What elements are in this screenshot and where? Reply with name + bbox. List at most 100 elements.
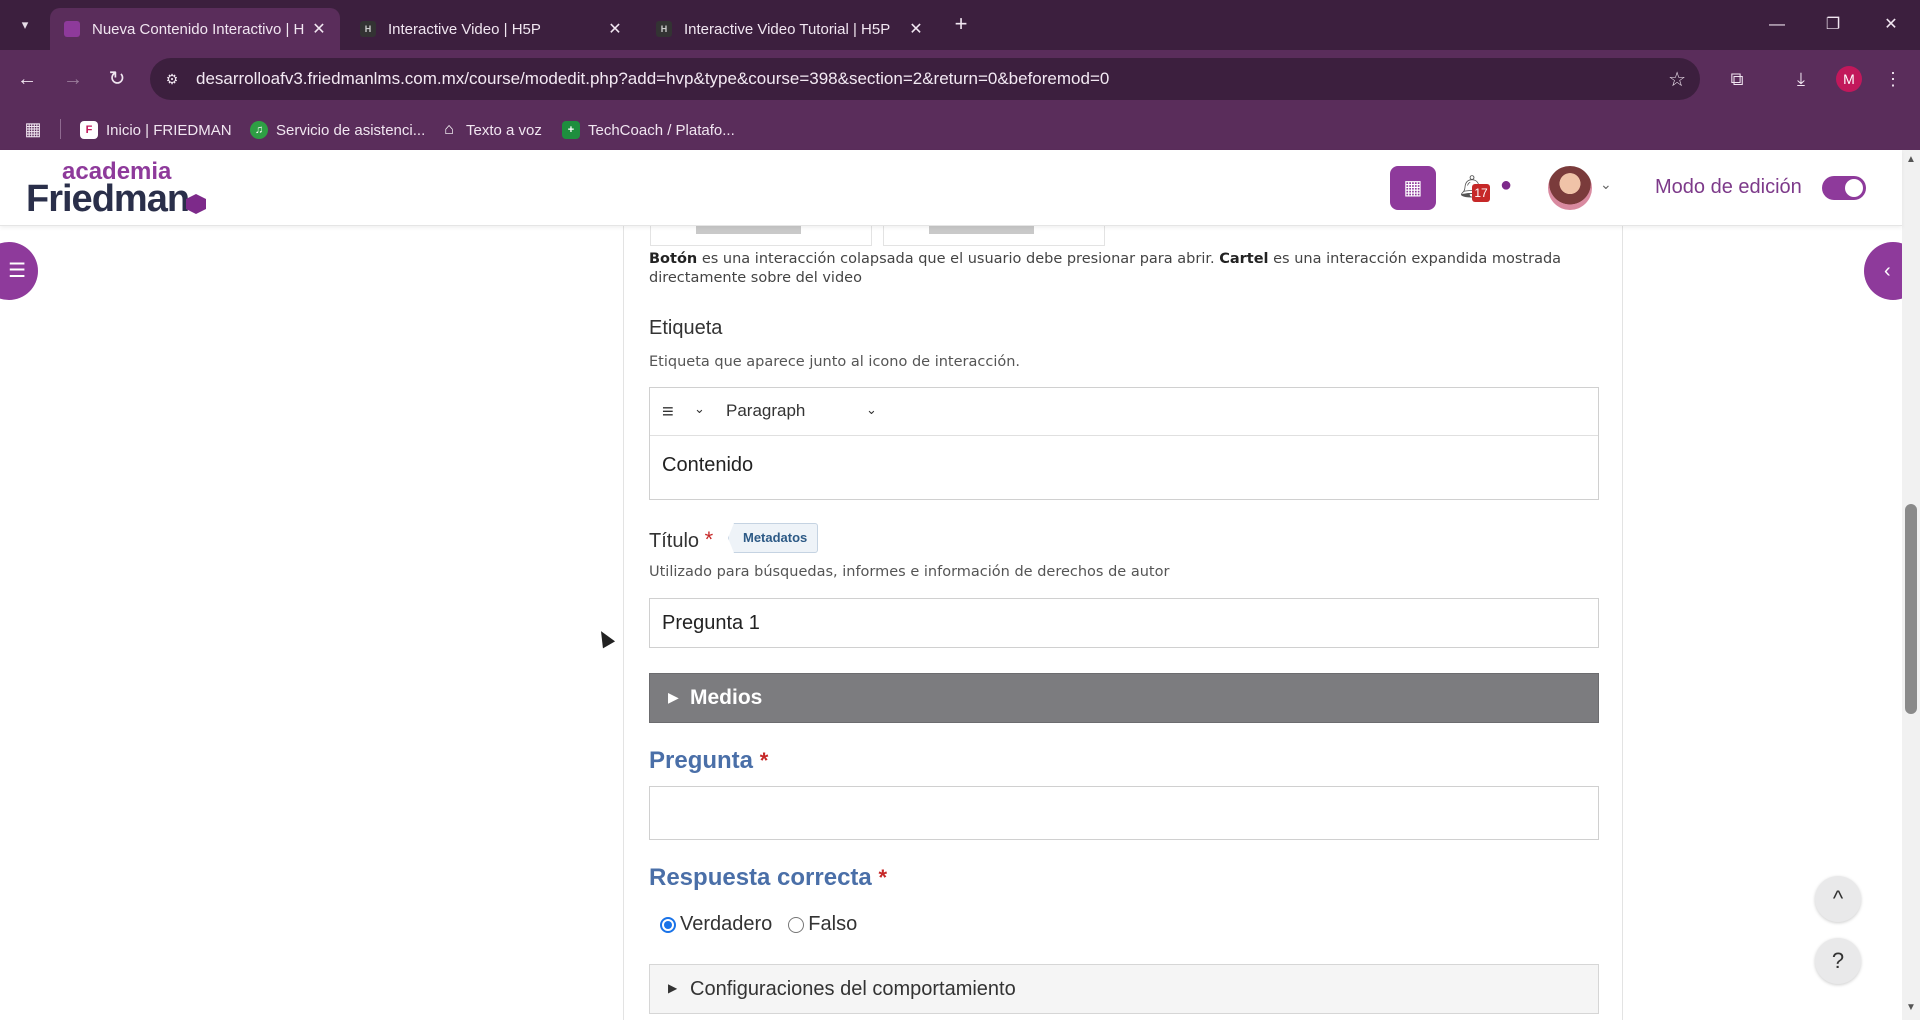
browser-menu-icon[interactable]: ⋮ xyxy=(1878,64,1908,94)
radio-false-label[interactable]: Falso xyxy=(808,913,857,936)
question-field-label: Pregunta * xyxy=(649,747,768,775)
metadata-button[interactable]: Metadatos xyxy=(728,523,819,553)
site-header: academia Friedman ▦ 🔔︎ 17 ● ⌄ Modo de ed… xyxy=(0,150,1902,226)
toggle-knob xyxy=(1845,179,1863,197)
button-type-thumbnail[interactable] xyxy=(650,226,872,246)
rich-text-editor[interactable]: ≡ ⌄ Paragraph ⌄ Contenido xyxy=(649,387,1599,500)
browser-tab[interactable]: H Interactive Video | H5P ✕ xyxy=(346,8,636,50)
correct-answer-label-text: Respuesta correcta xyxy=(649,864,872,891)
title-field-help: Utilizado para búsquedas, informes e inf… xyxy=(649,564,1170,580)
bookmark-item[interactable]: + TechCoach / Platafo... xyxy=(562,119,735,141)
browser-tab-active[interactable]: Nueva Contenido Interactivo | H ✕ xyxy=(50,8,340,50)
edit-mode-toggle[interactable] xyxy=(1822,176,1866,200)
page-scrollbar[interactable]: ▲ ▼ xyxy=(1902,150,1920,1020)
minimize-icon[interactable]: — xyxy=(1762,10,1792,40)
align-left-icon[interactable]: ≡ xyxy=(662,400,686,424)
behaviour-settings-label: Configuraciones del comportamiento xyxy=(690,978,1016,1000)
extensions-icon[interactable]: ⧉ xyxy=(1722,64,1752,94)
form-column-divider-right xyxy=(1622,226,1623,1020)
description-bold-text: Botón xyxy=(649,251,698,267)
question-input[interactable] xyxy=(649,786,1599,840)
radio-true-label[interactable]: Verdadero xyxy=(680,913,772,936)
apps-grid-icon[interactable]: ▦ xyxy=(22,118,44,140)
paragraph-format-select[interactable]: Paragraph xyxy=(726,401,805,421)
close-tab-icon[interactable]: ✕ xyxy=(905,19,927,39)
help-button[interactable]: ? xyxy=(1815,938,1861,984)
app-grid-button[interactable]: ▦ xyxy=(1390,166,1436,210)
download-icon[interactable]: ⤓ xyxy=(1786,64,1816,94)
url-text[interactable]: desarrolloafv3.friedmanlms.com.mx/course… xyxy=(196,69,1109,89)
label-field-help: Etiqueta que aparece junto al icono de i… xyxy=(649,354,1021,370)
bookmarks-bar: ▦ F Inicio | FRIEDMAN ♫ Servicio de asis… xyxy=(0,108,1920,150)
back-to-top-button[interactable]: ^ xyxy=(1815,876,1861,922)
required-asterisk: * xyxy=(704,527,714,552)
title-input[interactable]: Pregunta 1 xyxy=(649,598,1599,648)
radio-false[interactable] xyxy=(788,916,805,933)
editor-toolbar: ≡ ⌄ Paragraph ⌄ xyxy=(650,388,1598,436)
form-column-divider-left xyxy=(623,226,624,1020)
bookmark-label: Inicio | FRIEDMAN xyxy=(106,121,232,139)
required-asterisk: * xyxy=(878,865,888,890)
question-mark-icon: ? xyxy=(1831,948,1845,973)
scroll-up-arrow-icon[interactable]: ▲ xyxy=(1906,154,1916,165)
display-type-thumbnails xyxy=(650,226,1105,246)
behaviour-settings-toggle[interactable]: ▶ Configuraciones del comportamiento xyxy=(649,964,1599,1014)
address-bar[interactable]: ⚙ desarrolloafv3.friedmanlms.com.mx/cour… xyxy=(150,58,1700,100)
close-tab-icon[interactable]: ✕ xyxy=(604,19,626,39)
reload-icon[interactable]: ↻ xyxy=(102,64,132,94)
bookmark-star-icon[interactable]: ☆ xyxy=(1668,67,1686,92)
bookmark-separator xyxy=(60,119,61,139)
chevron-down-icon[interactable]: ⌄ xyxy=(1600,176,1612,193)
mouse-cursor-icon xyxy=(594,627,616,649)
tab-search-chevron-icon[interactable]: ▾ xyxy=(12,12,38,38)
restore-icon[interactable]: ❐ xyxy=(1818,10,1848,40)
thumbnail-bar xyxy=(696,226,801,234)
window-close-icon[interactable]: ✕ xyxy=(1876,10,1906,40)
browser-toolbar: ← → ↻ ⚙ desarrolloafv3.friedmanlms.com.m… xyxy=(0,50,1920,108)
caret-right-icon: ▶ xyxy=(668,981,678,995)
moodle-favicon-icon xyxy=(64,21,80,37)
user-avatar[interactable] xyxy=(1548,166,1592,210)
bookmark-item[interactable]: ⌂ Texto a voz xyxy=(440,119,542,141)
scroll-down-arrow-icon[interactable]: ▼ xyxy=(1906,1002,1916,1013)
bookmark-label: TechCoach / Platafo... xyxy=(588,121,735,139)
profile-avatar[interactable]: M xyxy=(1836,66,1862,92)
editor-content[interactable]: Contenido xyxy=(662,454,753,477)
chevron-down-icon[interactable]: ⌄ xyxy=(866,402,877,418)
tab-title: Nueva Contenido Interactivo | H xyxy=(92,20,305,38)
browser-tab-bar: ▾ Nueva Contenido Interactivo | H ✕ H In… xyxy=(0,0,1920,50)
radio-true[interactable] xyxy=(660,916,676,933)
chevron-up-icon: ^ xyxy=(1832,886,1844,911)
friedman-icon: F xyxy=(80,121,98,139)
bookmark-item[interactable]: F Inicio | FRIEDMAN xyxy=(80,119,232,141)
close-tab-icon[interactable]: ✕ xyxy=(308,19,330,39)
bookmark-label: Texto a voz xyxy=(466,121,542,139)
browser-tab[interactable]: H Interactive Video Tutorial | H5P ✕ xyxy=(642,8,937,50)
h5p-favicon-icon: H xyxy=(656,21,672,37)
poster-type-thumbnail[interactable] xyxy=(883,226,1105,246)
course-index-drawer-button[interactable]: ☰ xyxy=(0,242,38,300)
forward-arrow-icon[interactable]: → xyxy=(58,64,88,94)
headset-icon: ♫ xyxy=(250,121,268,139)
chevron-down-icon[interactable]: ⌄ xyxy=(694,401,705,417)
description-bold-text: Cartel xyxy=(1219,251,1269,267)
bookmark-item[interactable]: ♫ Servicio de asistenci... xyxy=(250,119,425,141)
logo-bottom-text[interactable]: Friedman xyxy=(26,178,190,221)
caret-right-icon: ▶ xyxy=(668,689,679,705)
page-viewport: academia Friedman ▦ 🔔︎ 17 ● ⌄ Modo de ed… xyxy=(0,150,1920,1020)
title-label-text: Título xyxy=(649,530,700,552)
display-type-description: Botón es una interacción colapsada que e… xyxy=(649,250,1609,288)
bookmark-label: Servicio de asistenci... xyxy=(276,121,426,139)
back-arrow-icon[interactable]: ← xyxy=(12,64,42,94)
tab-title: Interactive Video Tutorial | H5P xyxy=(684,20,891,38)
site-info-icon[interactable]: ⚙ xyxy=(162,69,182,89)
scrollbar-thumb[interactable] xyxy=(1905,504,1917,714)
description-text: es una interacción colapsada que el usua… xyxy=(697,251,1220,267)
messages-chat-icon[interactable]: ● xyxy=(1500,174,1512,197)
media-section-label: Medios xyxy=(690,686,763,709)
label-field-title: Etiqueta xyxy=(649,317,723,339)
correct-answer-radios: Verdadero Falso xyxy=(660,913,873,936)
media-section-toggle[interactable]: ▶ Medios xyxy=(649,673,1599,723)
new-tab-plus-icon[interactable]: + xyxy=(948,12,974,38)
tab-title: Interactive Video | H5P xyxy=(388,20,541,38)
